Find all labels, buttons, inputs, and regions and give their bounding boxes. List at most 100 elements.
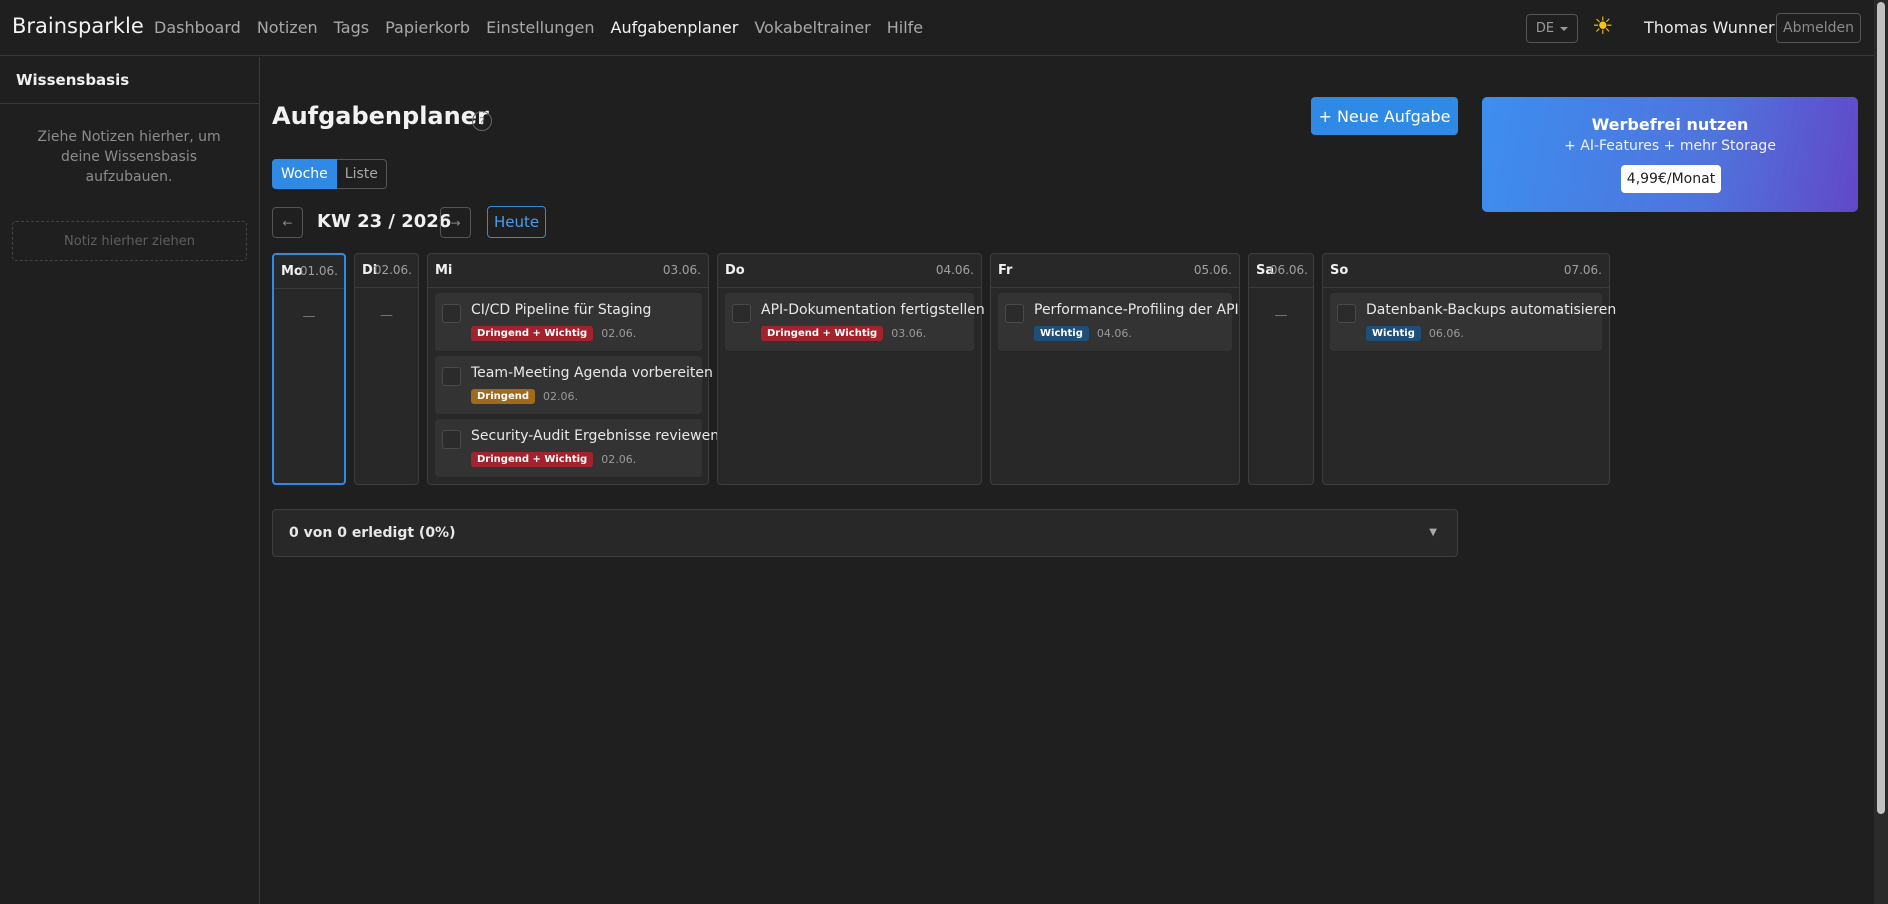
day-name: Fr <box>998 263 1013 278</box>
day-column-mo[interactable]: Mo 01.06. — <box>272 253 346 485</box>
nav-notizen[interactable]: Notizen <box>257 18 318 37</box>
task-checkbox[interactable] <box>442 367 461 386</box>
tab-week[interactable]: Woche <box>272 159 337 189</box>
task-title: Security-Audit Ergebnisse reviewen <box>471 428 720 444</box>
task-title: Performance-Profiling der API <box>1034 302 1239 318</box>
sidebar-divider <box>0 103 259 104</box>
view-toggle: Woche Liste <box>272 159 387 189</box>
top-navbar: Brainsparkle Dashboard Notizen Tags Papi… <box>0 0 1874 56</box>
day-date: 04.06. <box>935 263 974 277</box>
day-column-fr[interactable]: Fr 05.06. Performance-Profiling der API … <box>990 253 1240 485</box>
task-card[interactable]: API-Dokumentation fertigstellen Dringend… <box>725 293 985 351</box>
task-meta: Dringend + Wichtig 02.06. <box>471 326 636 341</box>
day-empty-placeholder: — <box>380 308 393 323</box>
task-meta: Wichtig 04.06. <box>1034 326 1132 341</box>
task-checkbox[interactable] <box>1337 304 1356 323</box>
day-header: Di 02.06. <box>355 254 418 288</box>
task-card[interactable]: Performance-Profiling der API Wichtig 04… <box>998 293 1239 351</box>
tab-list[interactable]: Liste <box>336 159 387 189</box>
ad-price-button[interactable]: 4,99€/Monat <box>1621 165 1721 193</box>
chevron-down-icon: ▼ <box>1429 527 1437 538</box>
day-header: Fr 05.06. <box>991 254 1239 288</box>
task-checkbox[interactable] <box>442 430 461 449</box>
ad-banner[interactable]: Werbefrei nutzen + AI-Features + mehr St… <box>1482 97 1858 212</box>
task-meta: Wichtig 06.06. <box>1366 326 1464 341</box>
task-date: 06.06. <box>1428 327 1464 340</box>
nav-aufgabenplaner[interactable]: Aufgabenplaner <box>611 18 739 37</box>
language-label: DE <box>1535 21 1555 36</box>
prev-week-button[interactable]: ← <box>272 207 303 238</box>
task-date: 02.06. <box>601 453 637 466</box>
day-column-so[interactable]: So 07.06. Datenbank-Backups automatisier… <box>1322 253 1616 485</box>
user-name: Thomas Wunner <box>1644 18 1775 37</box>
today-button[interactable]: Heute <box>487 206 546 238</box>
day-empty-placeholder: — <box>302 309 316 324</box>
day-date: 07.06. <box>1563 263 1602 277</box>
task-checkbox[interactable] <box>732 304 751 323</box>
ad-subtitle: + AI-Features + mehr Storage <box>1564 138 1776 154</box>
task-card[interactable]: Datenbank-Backups automatisieren Wichtig… <box>1330 293 1616 351</box>
day-column-di[interactable]: Di 02.06. — <box>354 253 419 485</box>
note-drop-zone[interactable]: Notiz hierher ziehen <box>12 221 247 261</box>
task-date: 02.06. <box>601 327 637 340</box>
language-dropdown[interactable]: DE <box>1526 14 1578 43</box>
summary-text: 0 von 0 erledigt (0%) <box>289 525 456 541</box>
sun-icon[interactable]: ☀ <box>1592 12 1614 40</box>
week-label: KW 23 / 2026 <box>317 211 452 232</box>
priority-badge: Wichtig <box>1034 326 1089 341</box>
priority-badge: Wichtig <box>1366 326 1421 341</box>
task-meta: Dringend 02.06. <box>471 389 578 404</box>
day-column-do[interactable]: Do 04.06. API-Dokumentation fertigstelle… <box>717 253 985 485</box>
task-card[interactable]: Team-Meeting Agenda vorbereiten Dringend… <box>435 356 713 414</box>
day-header: Mo 01.06. <box>274 255 344 289</box>
day-name: So <box>1330 263 1349 278</box>
task-title: API-Dokumentation fertigstellen <box>761 302 985 318</box>
task-checkbox[interactable] <box>1005 304 1024 323</box>
day-date: 01.06. <box>299 264 338 278</box>
page-title: Aufgabenplaner <box>272 102 489 130</box>
nav-papierkorb[interactable]: Papierkorb <box>385 18 470 37</box>
priority-badge: Dringend + Wichtig <box>761 326 884 341</box>
day-header: So 07.06. <box>1323 254 1609 288</box>
day-date: 02.06. <box>373 263 412 277</box>
nav-dashboard[interactable]: Dashboard <box>154 18 241 37</box>
task-date: 02.06. <box>543 390 578 403</box>
nav-vokabeltrainer[interactable]: Vokabeltrainer <box>754 18 870 37</box>
nav-einstellungen[interactable]: Einstellungen <box>486 18 594 37</box>
day-name: Do <box>725 263 745 278</box>
day-date: 03.06. <box>662 263 701 277</box>
help-icon[interactable]: ? <box>472 111 492 131</box>
day-column-mi[interactable]: Mi 03.06. CI/CD Pipeline für Staging Dri… <box>427 253 719 485</box>
sidebar-knowledge-base: Wissensbasis Ziehe Notizen hierher, um d… <box>0 57 260 904</box>
day-date: 05.06. <box>1193 263 1232 277</box>
scrollbar-thumb[interactable] <box>1877 2 1885 814</box>
ad-title: Werbefrei nutzen <box>1591 115 1749 134</box>
next-week-button[interactable]: → <box>440 207 471 238</box>
day-column-sa[interactable]: Sa 06.06. — <box>1248 253 1314 485</box>
task-card[interactable]: CI/CD Pipeline für Staging Dringend + Wi… <box>435 293 702 351</box>
task-meta: Dringend + Wichtig 03.06. <box>761 326 926 341</box>
priority-badge: Dringend + Wichtig <box>471 326 594 341</box>
completion-summary[interactable]: 0 von 0 erledigt (0%) ▼ <box>272 509 1458 557</box>
task-card[interactable]: Security-Audit Ergebnisse reviewen Dring… <box>435 419 719 477</box>
day-name: Mi <box>435 263 453 278</box>
nav-tags[interactable]: Tags <box>334 18 369 37</box>
main-nav: Dashboard Notizen Tags Papierkorb Einste… <box>154 18 923 37</box>
brand-logo[interactable]: Brainsparkle <box>12 14 144 38</box>
logout-button[interactable]: Abmelden <box>1776 13 1861 43</box>
sidebar-title: Wissensbasis <box>16 71 130 89</box>
task-title: Team-Meeting Agenda vorbereiten <box>471 365 713 381</box>
day-header: Mi 03.06. <box>428 254 708 288</box>
day-header: Sa 06.06. <box>1249 254 1313 288</box>
priority-badge: Dringend <box>471 389 535 404</box>
day-empty-placeholder: — <box>1274 308 1288 323</box>
task-date: 03.06. <box>891 327 927 340</box>
new-task-button[interactable]: + Neue Aufgabe <box>1311 97 1458 135</box>
day-header: Do 04.06. <box>718 254 981 288</box>
nav-hilfe[interactable]: Hilfe <box>887 18 923 37</box>
day-date: 06.06. <box>1269 263 1308 277</box>
task-title: Datenbank-Backups automatisieren <box>1366 302 1617 318</box>
task-checkbox[interactable] <box>442 304 461 323</box>
task-title: CI/CD Pipeline für Staging <box>471 302 652 318</box>
chevron-down-icon <box>1560 26 1569 31</box>
